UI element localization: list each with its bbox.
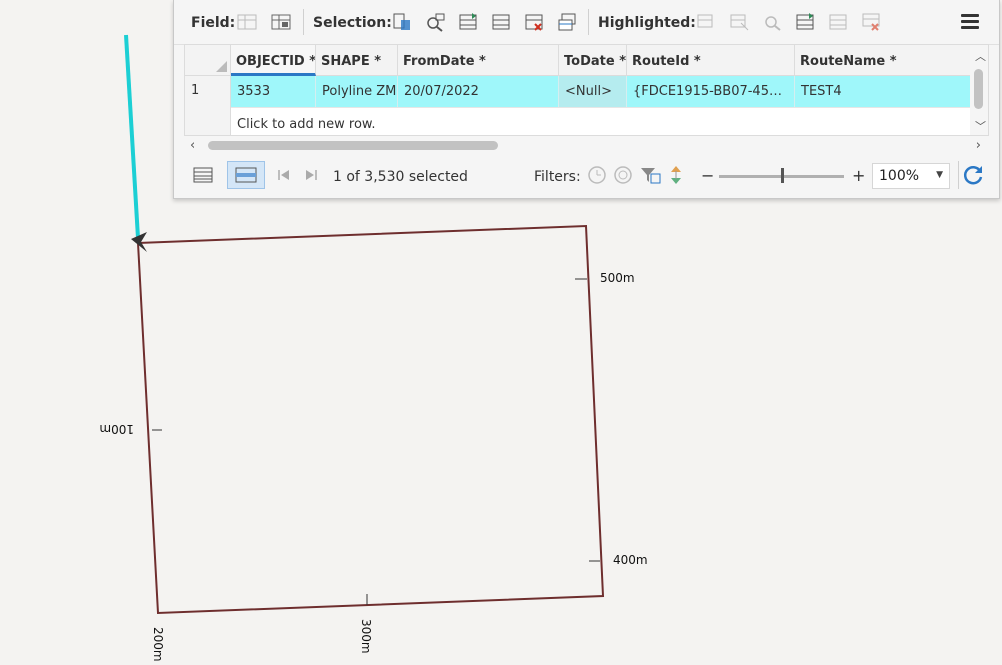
- new-row-header: [185, 107, 231, 135]
- zoom-to-selection-icon[interactable]: [424, 11, 446, 33]
- selection-count-text: 1 of 3,530 selected: [333, 169, 468, 185]
- toolbar-separator: [303, 9, 304, 35]
- field-label: Field:: [191, 15, 236, 31]
- calculate-field-icon[interactable]: [270, 11, 292, 33]
- scroll-right-icon[interactable]: ›: [976, 138, 981, 153]
- table-options-menu-icon[interactable]: [961, 14, 979, 30]
- measure-label-500m: 500m: [600, 271, 635, 285]
- select-all-icon[interactable]: [490, 11, 512, 33]
- column-header-todate[interactable]: ToDate *: [559, 45, 627, 76]
- attribute-table-grid: OBJECTID * SHAPE * FromDate * ToDate * R…: [184, 44, 989, 136]
- table-cell-shape[interactable]: Polyline ZM: [316, 76, 398, 107]
- measure-label-300m: 300m: [359, 619, 373, 654]
- select-by-attributes-icon[interactable]: [391, 11, 413, 33]
- add-new-row[interactable]: Click to add new row.: [231, 107, 988, 135]
- first-record-icon[interactable]: [269, 161, 299, 189]
- column-header-routename[interactable]: RouteName *: [795, 45, 972, 76]
- horizontal-scrollbar[interactable]: ‹ ›: [184, 136, 989, 156]
- horizontal-scroll-thumb[interactable]: [208, 141, 498, 150]
- highlighted-select-icon[interactable]: [695, 11, 717, 33]
- zoom-level-value: 100%: [879, 168, 920, 184]
- highlighted-label: Highlighted:: [598, 15, 696, 31]
- selection-label: Selection:: [313, 15, 392, 31]
- table-cell-fromdate[interactable]: 20/07/2022: [398, 76, 559, 107]
- sort-order-icon[interactable]: [661, 161, 691, 189]
- column-header-objectid[interactable]: OBJECTID *: [231, 45, 316, 76]
- row-number[interactable]: 1: [185, 76, 231, 107]
- dropdown-caret-icon: ▼: [936, 170, 943, 180]
- show-all-records-icon[interactable]: [188, 161, 218, 189]
- measure-label-400m: 400m: [613, 553, 648, 567]
- filters-label: Filters:: [534, 169, 581, 185]
- toolbar-separator: [588, 9, 589, 35]
- table-cell-routename[interactable]: TEST4: [795, 76, 972, 107]
- attribute-table-panel: Field: Selection: Highlighted: OBJECTID …: [173, 0, 1000, 199]
- vertical-scrollbar[interactable]: ︿ ﹀: [970, 45, 988, 135]
- highlight-all-icon[interactable]: [827, 11, 849, 33]
- add-field-icon[interactable]: [236, 11, 258, 33]
- vertical-scroll-thumb[interactable]: [974, 69, 983, 109]
- switch-highlighted-icon[interactable]: [794, 11, 816, 33]
- copy-selection-icon[interactable]: [556, 11, 578, 33]
- zoom-to-highlighted-icon[interactable]: [761, 11, 783, 33]
- scroll-left-icon[interactable]: ‹: [190, 138, 195, 153]
- scroll-down-icon[interactable]: ﹀: [975, 118, 986, 134]
- column-header-shape[interactable]: SHAPE *: [316, 45, 398, 76]
- zoom-in-button[interactable]: +: [852, 166, 865, 185]
- column-header-fromdate[interactable]: FromDate *: [398, 45, 559, 76]
- zoom-level-select[interactable]: 100% ▼: [872, 163, 950, 189]
- range-filter-icon[interactable]: [608, 161, 638, 189]
- table-status-bar: 1 of 3,530 selected Filters: − + 100% ▼: [174, 158, 999, 198]
- refresh-icon[interactable]: [958, 161, 988, 189]
- select-all-corner[interactable]: [185, 45, 231, 76]
- table-cell-todate[interactable]: <Null>: [559, 76, 627, 107]
- table-cell-objectid[interactable]: 3533: [231, 76, 316, 107]
- show-selected-records-icon[interactable]: [227, 161, 265, 189]
- measure-label-100m: 100m: [99, 422, 134, 436]
- highlighted-unselect-icon[interactable]: [728, 11, 750, 33]
- column-header-routeid[interactable]: RouteId *: [627, 45, 795, 76]
- table-cell-routeid[interactable]: {FDCE1915-BB07-45C3...: [627, 76, 795, 107]
- zoom-out-button[interactable]: −: [701, 166, 714, 185]
- last-record-icon[interactable]: [296, 161, 326, 189]
- switch-selection-icon[interactable]: [457, 11, 479, 33]
- zoom-slider-thumb[interactable]: [780, 168, 784, 183]
- table-toolbar: Field: Selection: Highlighted:: [174, 0, 999, 45]
- measure-label-200m: 200m: [151, 627, 165, 662]
- scroll-up-icon[interactable]: ︿: [975, 48, 986, 64]
- clear-selection-icon[interactable]: [523, 11, 545, 33]
- clear-highlighted-icon[interactable]: [860, 11, 882, 33]
